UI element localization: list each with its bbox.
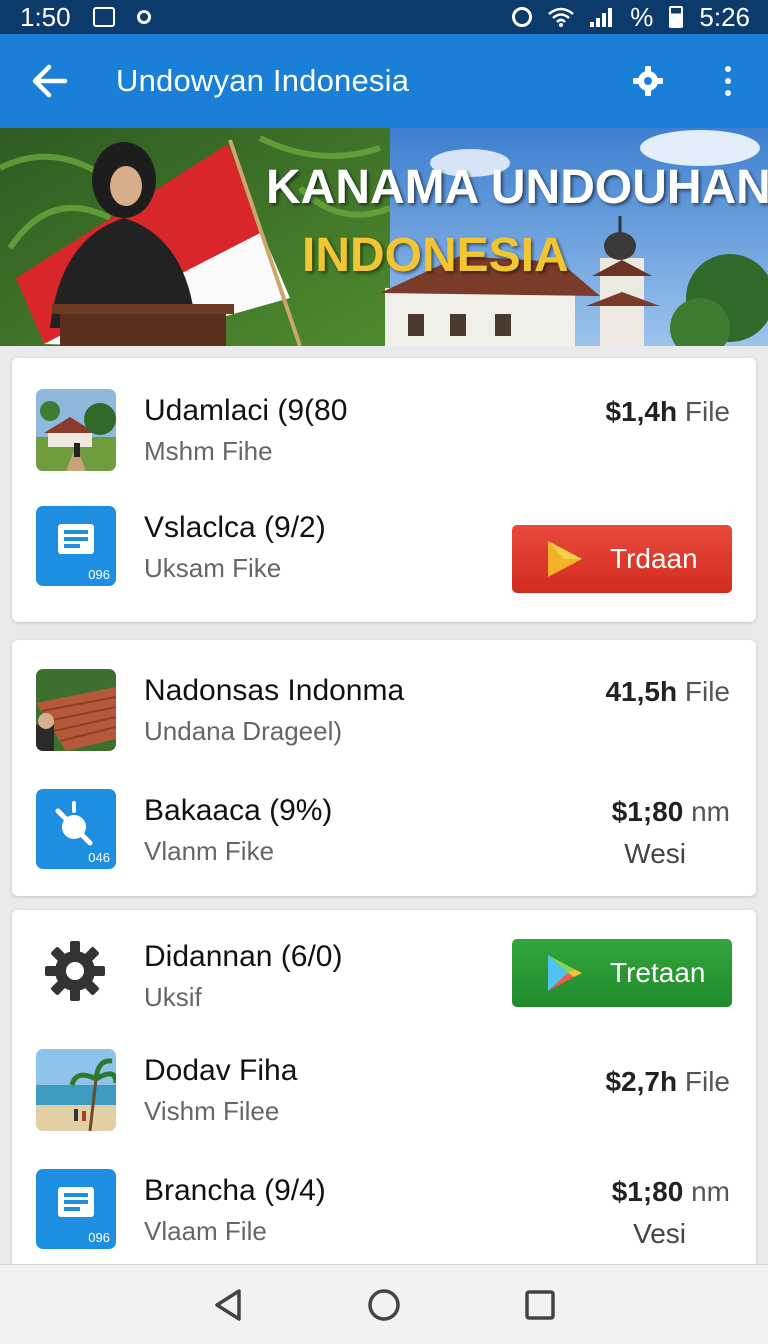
app-title: Undowyan Indonesia: [116, 63, 410, 98]
file-size: $2,7h File: [605, 1066, 730, 1097]
app-bar: Undowyan Indonesia: [0, 34, 768, 128]
file-subtitle: Mshm Fihe: [144, 436, 273, 466]
play-store-icon: [548, 955, 582, 991]
file-size: $1;80 nm: [611, 1176, 730, 1207]
banner-title: KANAMA UNDOUHAN: [266, 161, 768, 214]
nav-home-icon: [368, 1288, 400, 1321]
file-row[interactable]: 046 Bakaaca (9%) Vlanm Fike $1;80 nm Wes…: [12, 784, 756, 874]
status-time-left: 1:50: [20, 1, 71, 32]
file-title: Udamlaci (9(80: [144, 394, 348, 427]
file-row[interactable]: 096 Vslaclca (9/2) Uksam Fike Trdaan: [12, 501, 756, 593]
file-row[interactable]: Didannan (6/0) Uksif Tretaan: [12, 930, 756, 1020]
nav-recents-button[interactable]: [518, 1283, 562, 1327]
file-subtitle: Vlanm Fike: [144, 836, 275, 866]
file-row[interactable]: Dodav Fiha Vishm Filee $2,7h File: [12, 1044, 756, 1134]
file-row[interactable]: Udamlaci (9(80 Mshm Fihe $1,4h File: [12, 384, 756, 474]
settings-button[interactable]: [628, 61, 668, 101]
battery-percent: %: [630, 1, 654, 32]
file-title: Bakaaca (9%): [144, 794, 333, 827]
file-version: Wesi: [624, 838, 686, 869]
system-nav-bar: [0, 1264, 768, 1344]
banner-subtitle: INDONESIA: [302, 229, 569, 282]
nav-recents-icon: [525, 1289, 555, 1320]
icon-tag: 096: [88, 567, 110, 582]
nav-back-button[interactable]: [206, 1283, 250, 1327]
file-card-1: Udamlaci (9(80 Mshm Fihe $1,4h File 096 …: [12, 358, 756, 622]
file-card-3: Didannan (6/0) Uksif Tretaan Dodav Fiha …: [12, 910, 756, 1264]
file-title: Didannan (6/0): [144, 940, 343, 973]
file-size: 41,5h File: [605, 676, 730, 707]
roof-thumbnail: [36, 669, 116, 751]
status-time-right: 5:26: [699, 1, 750, 32]
file-subtitle: Uksam Fike: [144, 553, 282, 583]
icon-tag: 096: [88, 1230, 110, 1245]
file-card-2: Nadonsas Indonma Undana Drageel) 41,5h F…: [12, 640, 756, 896]
notification-dot-icon: [136, 10, 151, 24]
gallery-notification-icon: [92, 7, 115, 27]
signal-icon: [590, 7, 614, 27]
icon-tag: 046: [88, 850, 110, 865]
file-subtitle: Vlaam File: [144, 1216, 267, 1246]
gear-icon: [42, 938, 108, 1004]
document-icon: 096: [36, 1169, 116, 1249]
file-title: Vslaclca (9/2): [144, 511, 326, 544]
building-thumbnail: [36, 389, 116, 471]
back-arrow-icon: [32, 64, 68, 98]
tool-icon: 046: [36, 789, 116, 869]
alarm-icon: [512, 7, 533, 27]
beach-thumbnail: [36, 1049, 116, 1131]
download-button-green[interactable]: Tretaan: [512, 939, 732, 1007]
file-subtitle: Uksif: [144, 982, 202, 1012]
wifi-icon: [548, 7, 575, 27]
file-title: Brancha (9/4): [144, 1174, 326, 1207]
file-subtitle: Vishm Filee: [144, 1096, 280, 1126]
file-size: $1;80 nm: [611, 796, 730, 827]
play-icon: [548, 541, 582, 577]
file-size: $1,4h File: [605, 396, 730, 427]
download-button-red[interactable]: Trdaan: [512, 525, 732, 593]
more-options-button[interactable]: [708, 61, 748, 101]
file-row[interactable]: Nadonsas Indonma Undana Drageel) 41,5h F…: [12, 664, 756, 754]
file-title: Dodav Fiha: [144, 1054, 298, 1087]
back-button[interactable]: [30, 61, 70, 101]
hero-banner: KANAMA UNDOUHAN INDONESIA: [0, 128, 768, 346]
file-row[interactable]: 096 Brancha (9/4) Vlaam File $1;80 nm Ve…: [12, 1164, 756, 1254]
file-version: Vesi: [633, 1218, 686, 1249]
file-subtitle: Undana Drageel): [144, 716, 343, 746]
nav-home-button[interactable]: [362, 1283, 406, 1327]
file-title: Nadonsas Indonma: [144, 674, 405, 707]
battery-icon: [669, 6, 684, 28]
nav-back-icon: [215, 1288, 241, 1321]
document-icon: 096: [36, 506, 116, 586]
settings-icon: [633, 66, 663, 96]
status-bar: 1:50 % 5:26: [0, 0, 768, 34]
